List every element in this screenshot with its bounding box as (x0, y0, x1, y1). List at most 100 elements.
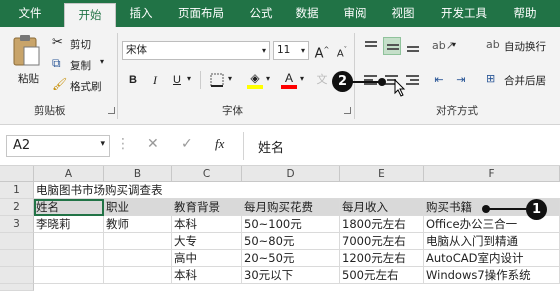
font-dialog-launcher[interactable] (344, 107, 351, 114)
name-box[interactable]: A2 ▾ (6, 135, 110, 157)
font-size-box[interactable]: 11 ▾ (273, 41, 309, 60)
fill-color-button[interactable]: ◈ (246, 69, 264, 89)
table-cell[interactable]: 30元以下 (242, 267, 340, 284)
table-cell[interactable]: 高中 (172, 250, 242, 267)
header-cell[interactable]: 教育背景 (172, 199, 242, 216)
table-cell[interactable]: 7000元左右 (340, 233, 424, 250)
table-cell[interactable]: 大专 (172, 233, 242, 250)
align-middle-button[interactable] (383, 37, 401, 55)
column-header[interactable]: F (424, 166, 560, 182)
table-cell[interactable]: 1200元左右 (340, 250, 424, 267)
copy-label: 复制 (70, 60, 91, 72)
wrap-text-icon: ab (486, 38, 500, 51)
cut-button[interactable]: ✂ 剪切 (50, 35, 108, 53)
table-cell[interactable]: 教师 (104, 216, 172, 233)
table-cell[interactable]: 电脑从入门到精通 (424, 233, 560, 250)
chevron-down-icon: ▾ (452, 40, 457, 49)
table-cell[interactable]: 本科 (172, 216, 242, 233)
title-cell[interactable]: 电脑图书市场购买调查表 (34, 182, 560, 199)
table-cell[interactable] (34, 250, 104, 267)
tab-page-layout[interactable]: 页面布局 (166, 0, 236, 27)
table-cell[interactable]: 李晓莉 (34, 216, 104, 233)
paste-button[interactable]: 粘贴 (6, 33, 46, 93)
format-painter-button[interactable]: 🖌 格式刷 (50, 77, 112, 95)
orientation-button[interactable]: ab↗ (432, 37, 455, 55)
chevron-down-icon: ▾ (100, 57, 105, 66)
insert-function-button[interactable]: fx (215, 136, 224, 152)
tab-developer[interactable]: 开发工具 (430, 0, 498, 27)
column-header[interactable]: D (242, 166, 340, 182)
font-group-label: 字体 (222, 105, 243, 117)
table-cell[interactable]: 500元左右 (340, 267, 424, 284)
chevron-down-icon: ▾ (100, 139, 105, 149)
tab-file[interactable]: 文件 (0, 0, 60, 27)
table-cell[interactable] (104, 267, 172, 284)
header-cell[interactable]: 职业 (104, 199, 172, 216)
wrap-text-button[interactable]: ab 自动换行 (484, 37, 560, 55)
row-header[interactable] (0, 250, 34, 267)
table-cell[interactable]: AutoCAD室内设计 (424, 250, 560, 267)
column-header[interactable]: C (172, 166, 242, 182)
cancel-icon[interactable]: ✕ (147, 136, 159, 152)
row-header[interactable]: 3 (0, 216, 34, 233)
formula-bar: A2 ▾ ⋮ ✕ ✓ fx 姓名 (0, 126, 560, 166)
table-cell[interactable]: 20~50元 (242, 250, 340, 267)
formula-input[interactable]: 姓名 (243, 132, 560, 160)
table-cell[interactable] (34, 233, 104, 250)
row-header[interactable] (0, 267, 34, 284)
font-name-value: 宋体 (126, 44, 147, 56)
row-header[interactable] (0, 284, 34, 291)
borders-button[interactable] (208, 71, 226, 89)
align-top-button[interactable] (362, 37, 380, 55)
increase-indent-button[interactable]: ⇥ (452, 71, 470, 89)
shrink-font-button[interactable]: Aˇ (333, 41, 351, 59)
grow-font-button[interactable]: A^ (313, 41, 331, 61)
name-box-value: A2 (13, 138, 31, 153)
tab-help[interactable]: 帮助 (504, 0, 546, 27)
column-header[interactable]: B (104, 166, 172, 182)
table-cell[interactable] (104, 250, 172, 267)
bold-button[interactable]: B (124, 71, 142, 89)
align-bottom-button[interactable] (404, 37, 422, 55)
header-cell[interactable]: 每月购买花费 (242, 199, 340, 216)
tab-review[interactable]: 审阅 (334, 0, 376, 27)
font-size-value: 11 (277, 44, 291, 56)
clipboard-dialog-launcher[interactable] (108, 107, 115, 114)
row-header[interactable]: 1 (0, 182, 34, 199)
font-color-button[interactable]: A (280, 69, 298, 89)
header-cell[interactable]: 每月收入 (340, 199, 424, 216)
tab-insert[interactable]: 插入 (120, 0, 162, 27)
tab-view[interactable]: 视图 (382, 0, 424, 27)
row-header[interactable]: 2 (0, 199, 34, 216)
tab-home[interactable]: 开始 (64, 3, 116, 27)
separator (200, 71, 201, 89)
tab-formulas[interactable]: 公式 (240, 0, 282, 27)
merge-center-button[interactable]: ⊞ 合并后居 (484, 71, 560, 89)
italic-button[interactable]: I (146, 71, 164, 89)
select-all-corner[interactable] (0, 166, 34, 182)
table-cell[interactable] (34, 267, 104, 284)
column-header[interactable]: E (340, 166, 424, 182)
ribbon-tab-bar: 文件 开始 插入 页面布局 公式 数据 审阅 视图 开发工具 帮助 (0, 0, 560, 27)
table-cell[interactable] (104, 233, 172, 250)
more-dots-icon: ⋮ (116, 136, 130, 152)
column-header[interactable]: A (34, 166, 104, 182)
phonetic-button[interactable]: 文 (313, 71, 331, 89)
chevron-down-icon: ▾ (266, 74, 271, 83)
enter-check-icon[interactable]: ✓ (181, 136, 193, 152)
group-divider (117, 33, 118, 119)
header-cell[interactable]: 姓名 (34, 199, 104, 216)
font-color-swatch (281, 85, 297, 89)
row-header[interactable] (0, 233, 34, 250)
table-cell[interactable]: Windows7操作系统 (424, 267, 560, 284)
table-cell[interactable]: 本科 (172, 267, 242, 284)
decrease-indent-button[interactable]: ⇤ (430, 71, 448, 89)
copy-button[interactable]: ⧉ 复制 ▾ (50, 56, 110, 74)
underline-button[interactable]: U (168, 71, 186, 89)
tab-data[interactable]: 数据 (286, 0, 328, 27)
table-cell[interactable]: 50~80元 (242, 233, 340, 250)
align-right-button[interactable] (404, 71, 422, 89)
font-name-box[interactable]: 宋体 ▾ (122, 41, 270, 60)
table-cell[interactable]: 1800元左右 (340, 216, 424, 233)
table-cell[interactable]: 50~100元 (242, 216, 340, 233)
